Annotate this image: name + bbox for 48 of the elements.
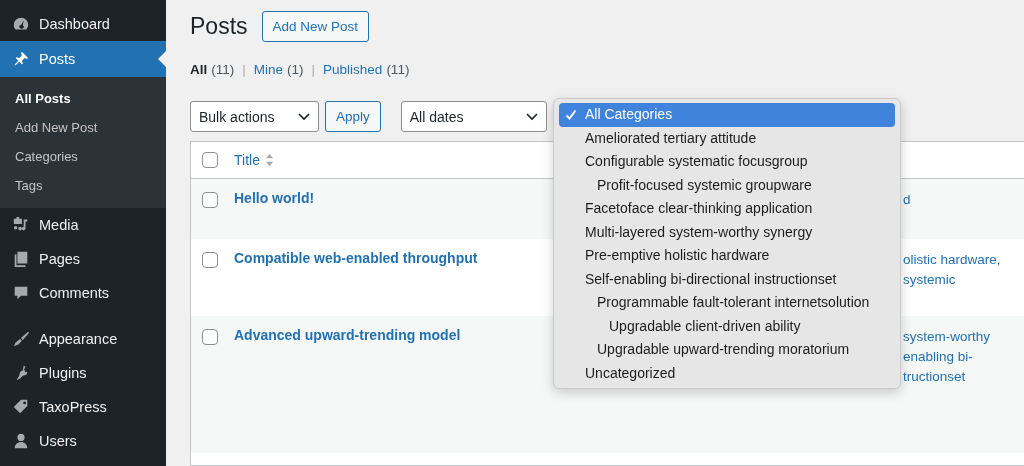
- dropdown-option[interactable]: Self-enabling bi-directional instructionset: [559, 267, 895, 291]
- separator: |: [242, 62, 246, 77]
- post-title-link[interactable]: Compatible web-enabled throughput: [234, 250, 478, 266]
- view-filter-link[interactable]: Mine: [253, 62, 284, 77]
- view-filter-link[interactable]: Published: [323, 62, 383, 77]
- dropdown-option[interactable]: Pre-emptive holistic hardware: [559, 244, 895, 268]
- dropdown-option[interactable]: Configurable systematic focusgroup: [559, 150, 895, 174]
- sidebar-item[interactable]: TaxoPress: [0, 390, 166, 424]
- sidebar-item[interactable]: Appearance: [0, 322, 166, 356]
- dropdown-option[interactable]: Profit-focused systemic groupware: [559, 173, 895, 197]
- submenu-item[interactable]: Add New Post: [0, 113, 166, 142]
- dropdown-option[interactable]: All Categories: [559, 103, 895, 127]
- dropdown-option[interactable]: Programmable fault-tolerant internetsolution: [559, 291, 895, 315]
- sidebar-item[interactable]: Comments: [0, 276, 166, 310]
- post-title-link[interactable]: Advanced upward-trending model: [234, 327, 461, 343]
- dropdown-option[interactable]: Facetoface clear-thinking application: [559, 197, 895, 221]
- title-column-header[interactable]: Title: [234, 152, 260, 168]
- dropdown-option[interactable]: Multi-layered system-worthy synergy: [559, 220, 895, 244]
- add-new-post-button[interactable]: Add New Post: [261, 11, 370, 42]
- dropdown-option[interactable]: Ameliorated tertiary attitude: [559, 126, 895, 150]
- view-filter-link[interactable]: All: [190, 62, 208, 77]
- dropdown-option[interactable]: Upgradable client-driven ability: [559, 314, 895, 338]
- dropdown-option[interactable]: Upgradable upward-trending moratorium: [559, 338, 895, 362]
- sidebar-item[interactable]: Pages: [0, 242, 166, 276]
- sidebar-item[interactable]: Media: [0, 208, 166, 242]
- view-count: (11): [211, 62, 235, 77]
- sidebar-item[interactable]: Users: [0, 424, 166, 458]
- category-link[interactable]: tructionset: [903, 367, 1024, 387]
- apply-button[interactable]: Apply: [325, 101, 381, 132]
- view-count: (11): [386, 62, 410, 77]
- post-title-link[interactable]: Hello world!: [234, 190, 315, 206]
- category-link[interactable]: olistic hardware,: [903, 250, 1024, 270]
- category-link[interactable]: system-worthy: [903, 327, 1024, 347]
- dropdown-option[interactable]: Uncategorized: [559, 361, 895, 385]
- submenu-item[interactable]: All Posts: [0, 84, 166, 113]
- bulk-actions-select[interactable]: Bulk actions: [190, 101, 319, 132]
- sidebar-item[interactable]: Dashboard: [0, 7, 166, 41]
- submenu-item[interactable]: Tags: [0, 171, 166, 200]
- sidebar-item[interactable]: Plugins: [0, 356, 166, 390]
- submenu-item[interactable]: Categories: [0, 142, 166, 171]
- view-count: (1): [287, 62, 304, 77]
- page-title: Posts: [190, 13, 248, 40]
- category-link[interactable]: systemic: [903, 270, 1024, 290]
- sidebar-item[interactable]: Posts: [0, 41, 166, 77]
- dates-select[interactable]: All dates: [400, 101, 547, 132]
- category-link[interactable]: enabling bi-: [903, 347, 1024, 367]
- category-link[interactable]: d: [903, 190, 1024, 210]
- separator: |: [311, 62, 316, 77]
